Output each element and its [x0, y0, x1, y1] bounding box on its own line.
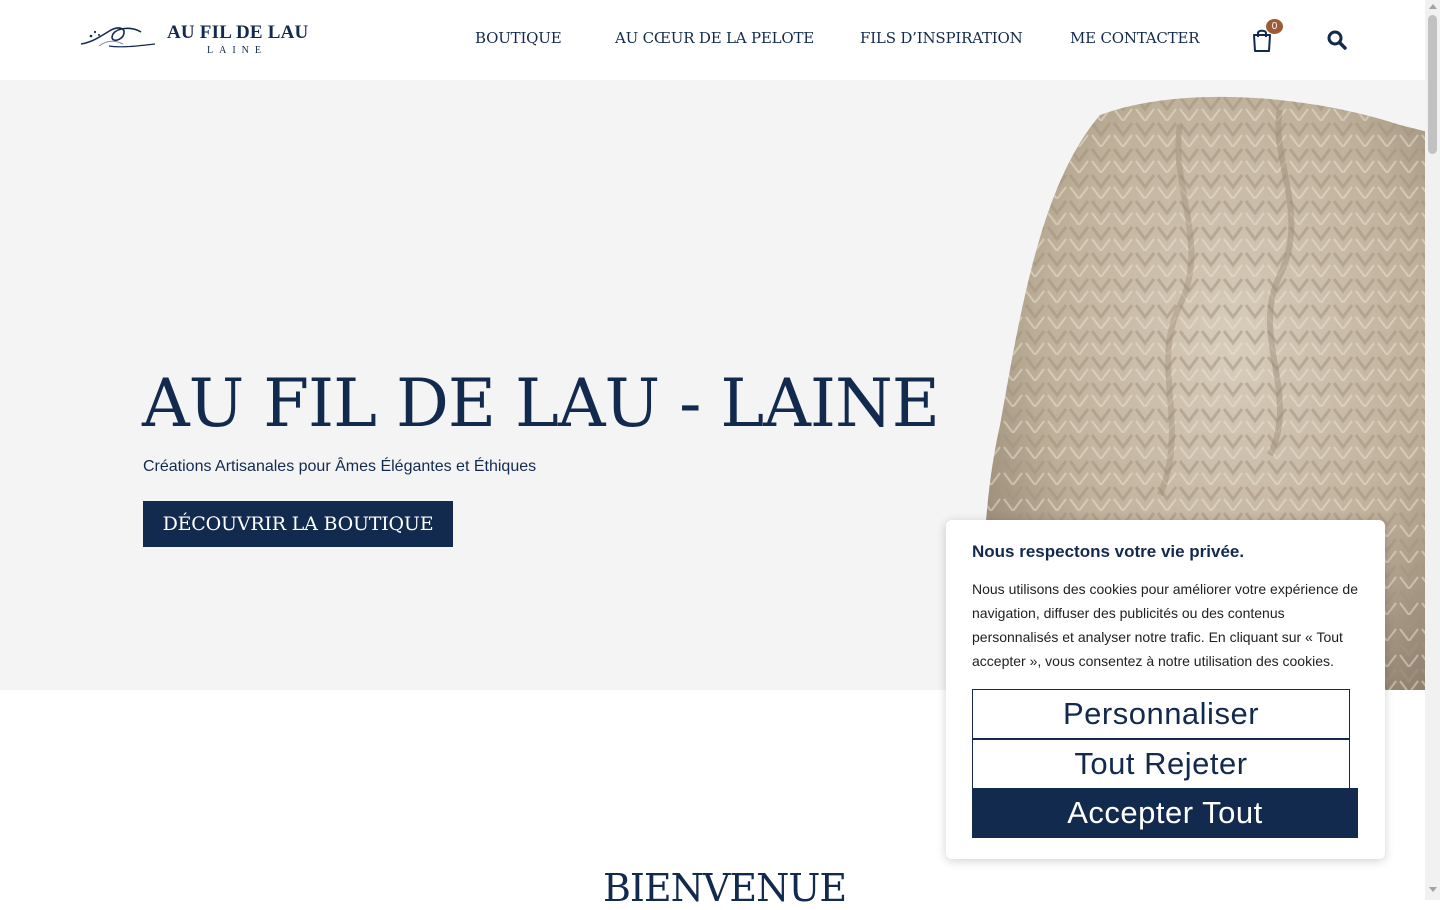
nav-boutique[interactable]: BOUTIQUE [475, 29, 562, 47]
page-scrollbar[interactable] [1425, 0, 1440, 900]
scroll-down-arrow-icon[interactable] [1429, 887, 1437, 892]
nav-au-coeur-de-la-pelote[interactable]: AU CŒUR DE LA PELOTE [615, 29, 814, 47]
site-logo[interactable]: AU FIL DE LAU LAINE [79, 18, 309, 62]
search-button[interactable] [1327, 30, 1347, 50]
welcome-heading: BIENVENUE [603, 866, 847, 910]
reject-all-cookies-button[interactable]: Tout Rejeter [972, 739, 1350, 789]
logo-subtitle: LAINE [207, 45, 267, 56]
hero-subtitle: Créations Artisanales pour Âmes Élégante… [143, 458, 537, 475]
scrollbar-thumb[interactable] [1428, 15, 1437, 154]
nav-fils-d-inspiration[interactable]: FILS D’INSPIRATION [860, 29, 1023, 47]
cookie-consent-banner: Nous respectons votre vie privée. Nous u… [946, 520, 1385, 859]
cookie-banner-title: Nous respectons votre vie privée. [972, 542, 1245, 561]
site-header: AU FIL DE LAU LAINE BOUTIQUE AU CŒUR DE … [0, 0, 1425, 80]
yarn-wave-logo-icon [80, 27, 156, 48]
nav-me-contacter[interactable]: ME CONTACTER [1070, 29, 1200, 47]
cart-count-badge: 0 [1266, 19, 1283, 34]
discover-shop-button[interactable]: DÉCOUVRIR LA BOUTIQUE [143, 501, 453, 547]
accept-all-cookies-button[interactable]: Accepter Tout [972, 788, 1358, 838]
customize-cookies-button[interactable]: Personnaliser [972, 689, 1350, 739]
logo-wordmark: AU FIL DE LAU [167, 22, 309, 43]
search-icon [1327, 30, 1347, 50]
scroll-up-arrow-icon[interactable] [1429, 4, 1437, 9]
cookie-banner-text: Nous utilisons des cookies pour améliore… [972, 581, 1358, 669]
hero-title: AU FIL DE LAU - LAINE [142, 365, 940, 442]
